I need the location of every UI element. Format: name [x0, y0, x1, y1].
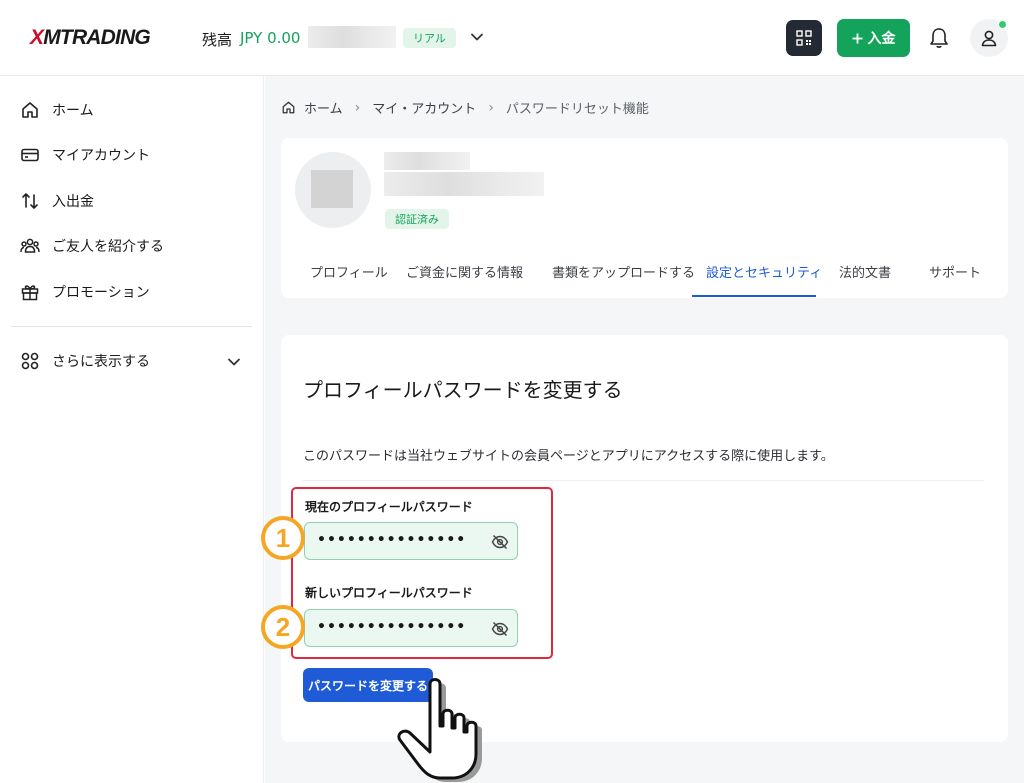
balance-value: JPY 0.00: [240, 29, 301, 47]
home-icon: [22, 102, 38, 118]
active-tab-indicator: [692, 295, 816, 297]
account-number-redacted: [308, 26, 396, 48]
step-badge-2: 2: [261, 605, 305, 649]
sidebar-item-promotion[interactable]: プロモーション: [20, 279, 150, 305]
balance-label: 残高: [202, 31, 233, 49]
profile-card: 認証済み プロフィール ご資金に関する情報 書類をアップロードする 設定とセキュ…: [281, 138, 1008, 298]
current-password-field[interactable]: •••••••••••••••: [304, 522, 518, 560]
account-type-badge: リアル: [403, 28, 456, 48]
sidebar-show-more[interactable]: さらに表示する: [20, 348, 150, 374]
eye-off-icon[interactable]: [491, 620, 509, 638]
eye-off-icon[interactable]: [491, 533, 509, 551]
tab-settings-security[interactable]: 設定とセキュリティ: [706, 262, 822, 281]
bell-icon[interactable]: [929, 27, 949, 49]
new-password-field[interactable]: •••••••••••••••: [304, 609, 518, 647]
deposit-button[interactable]: 入金: [837, 19, 910, 57]
breadcrumb-current: パスワードリセット機能: [505, 102, 649, 117]
breadcrumb-my-account[interactable]: マイ・アカウント: [372, 98, 476, 117]
breadcrumb-home[interactable]: ホーム: [304, 98, 343, 117]
user-icon: [981, 30, 997, 47]
chevron-right-icon: ›: [354, 99, 361, 116]
tab-support[interactable]: サポート: [929, 262, 981, 281]
xmtrading-logo[interactable]: XMTRADING: [30, 26, 151, 50]
qr-code-icon: [796, 30, 812, 46]
tab-profile[interactable]: プロフィール: [310, 262, 388, 281]
tab-legal-documents[interactable]: 法的文書: [839, 262, 891, 281]
profile-name-redacted: [384, 152, 470, 170]
sidebar: ホーム マイアカウント 入出金 ご友人を紹介する プロモーション さらに表示する: [0, 76, 264, 783]
form-divider: [303, 480, 984, 481]
tab-upload-documents[interactable]: 書類をアップロードする: [552, 262, 695, 281]
profile-tabs: プロフィール ご資金に関する情報 書類をアップロードする 設定とセキュリティ 法…: [281, 250, 1008, 298]
current-password-value: •••••••••••••••: [317, 532, 467, 548]
transfer-icon: [22, 193, 38, 209]
profile-id-redacted: [384, 172, 544, 196]
top-header: XMTRADING 残高 JPY 0.00 リアル 入金: [0, 0, 1024, 76]
breadcrumb: ホーム › マイ・アカウント › パスワードリセット機能: [281, 98, 649, 117]
people-icon: [20, 238, 40, 253]
chevron-right-icon: ›: [488, 99, 494, 116]
chevron-down-icon[interactable]: [470, 30, 484, 44]
plus-icon: [852, 33, 862, 43]
form-description: このパスワードは当社ウェブサイトの会員ページとアプリにアクセスする際に使用します…: [303, 449, 834, 464]
new-password-label: 新しいプロフィールパスワード: [305, 586, 473, 600]
current-password-label: 現在のプロフィールパスワード: [305, 500, 473, 514]
sidebar-item-home[interactable]: ホーム: [20, 97, 94, 123]
gift-icon: [21, 285, 39, 301]
sidebar-item-my-account[interactable]: マイアカウント: [20, 142, 150, 168]
new-password-value: •••••••••••••••: [317, 619, 467, 635]
qr-code-button[interactable]: [786, 20, 822, 56]
home-icon[interactable]: [281, 100, 296, 115]
main-content: ホーム › マイ・アカウント › パスワードリセット機能 認証済み プロフィール…: [265, 76, 1024, 783]
tab-funds-info[interactable]: ご資金に関する情報: [406, 262, 523, 281]
notification-dot: [998, 20, 1007, 29]
sidebar-item-deposit-withdraw[interactable]: 入出金: [20, 188, 94, 214]
sidebar-item-refer-friend[interactable]: ご友人を紹介する: [20, 233, 164, 259]
wallet-icon: [21, 148, 39, 162]
chevron-down-icon[interactable]: [227, 355, 241, 369]
pointing-hand-icon: [397, 678, 482, 782]
change-password-card: プロフィールパスワードを変更する このパスワードは当社ウェブサイトの会員ページと…: [281, 335, 1008, 742]
sidebar-divider: [11, 326, 252, 327]
verified-badge: 認証済み: [385, 209, 449, 229]
avatar: [295, 152, 371, 228]
step-badge-1: 1: [261, 516, 305, 560]
form-title: プロフィールパスワードを変更する: [303, 378, 623, 402]
grid-icon: [21, 352, 39, 370]
